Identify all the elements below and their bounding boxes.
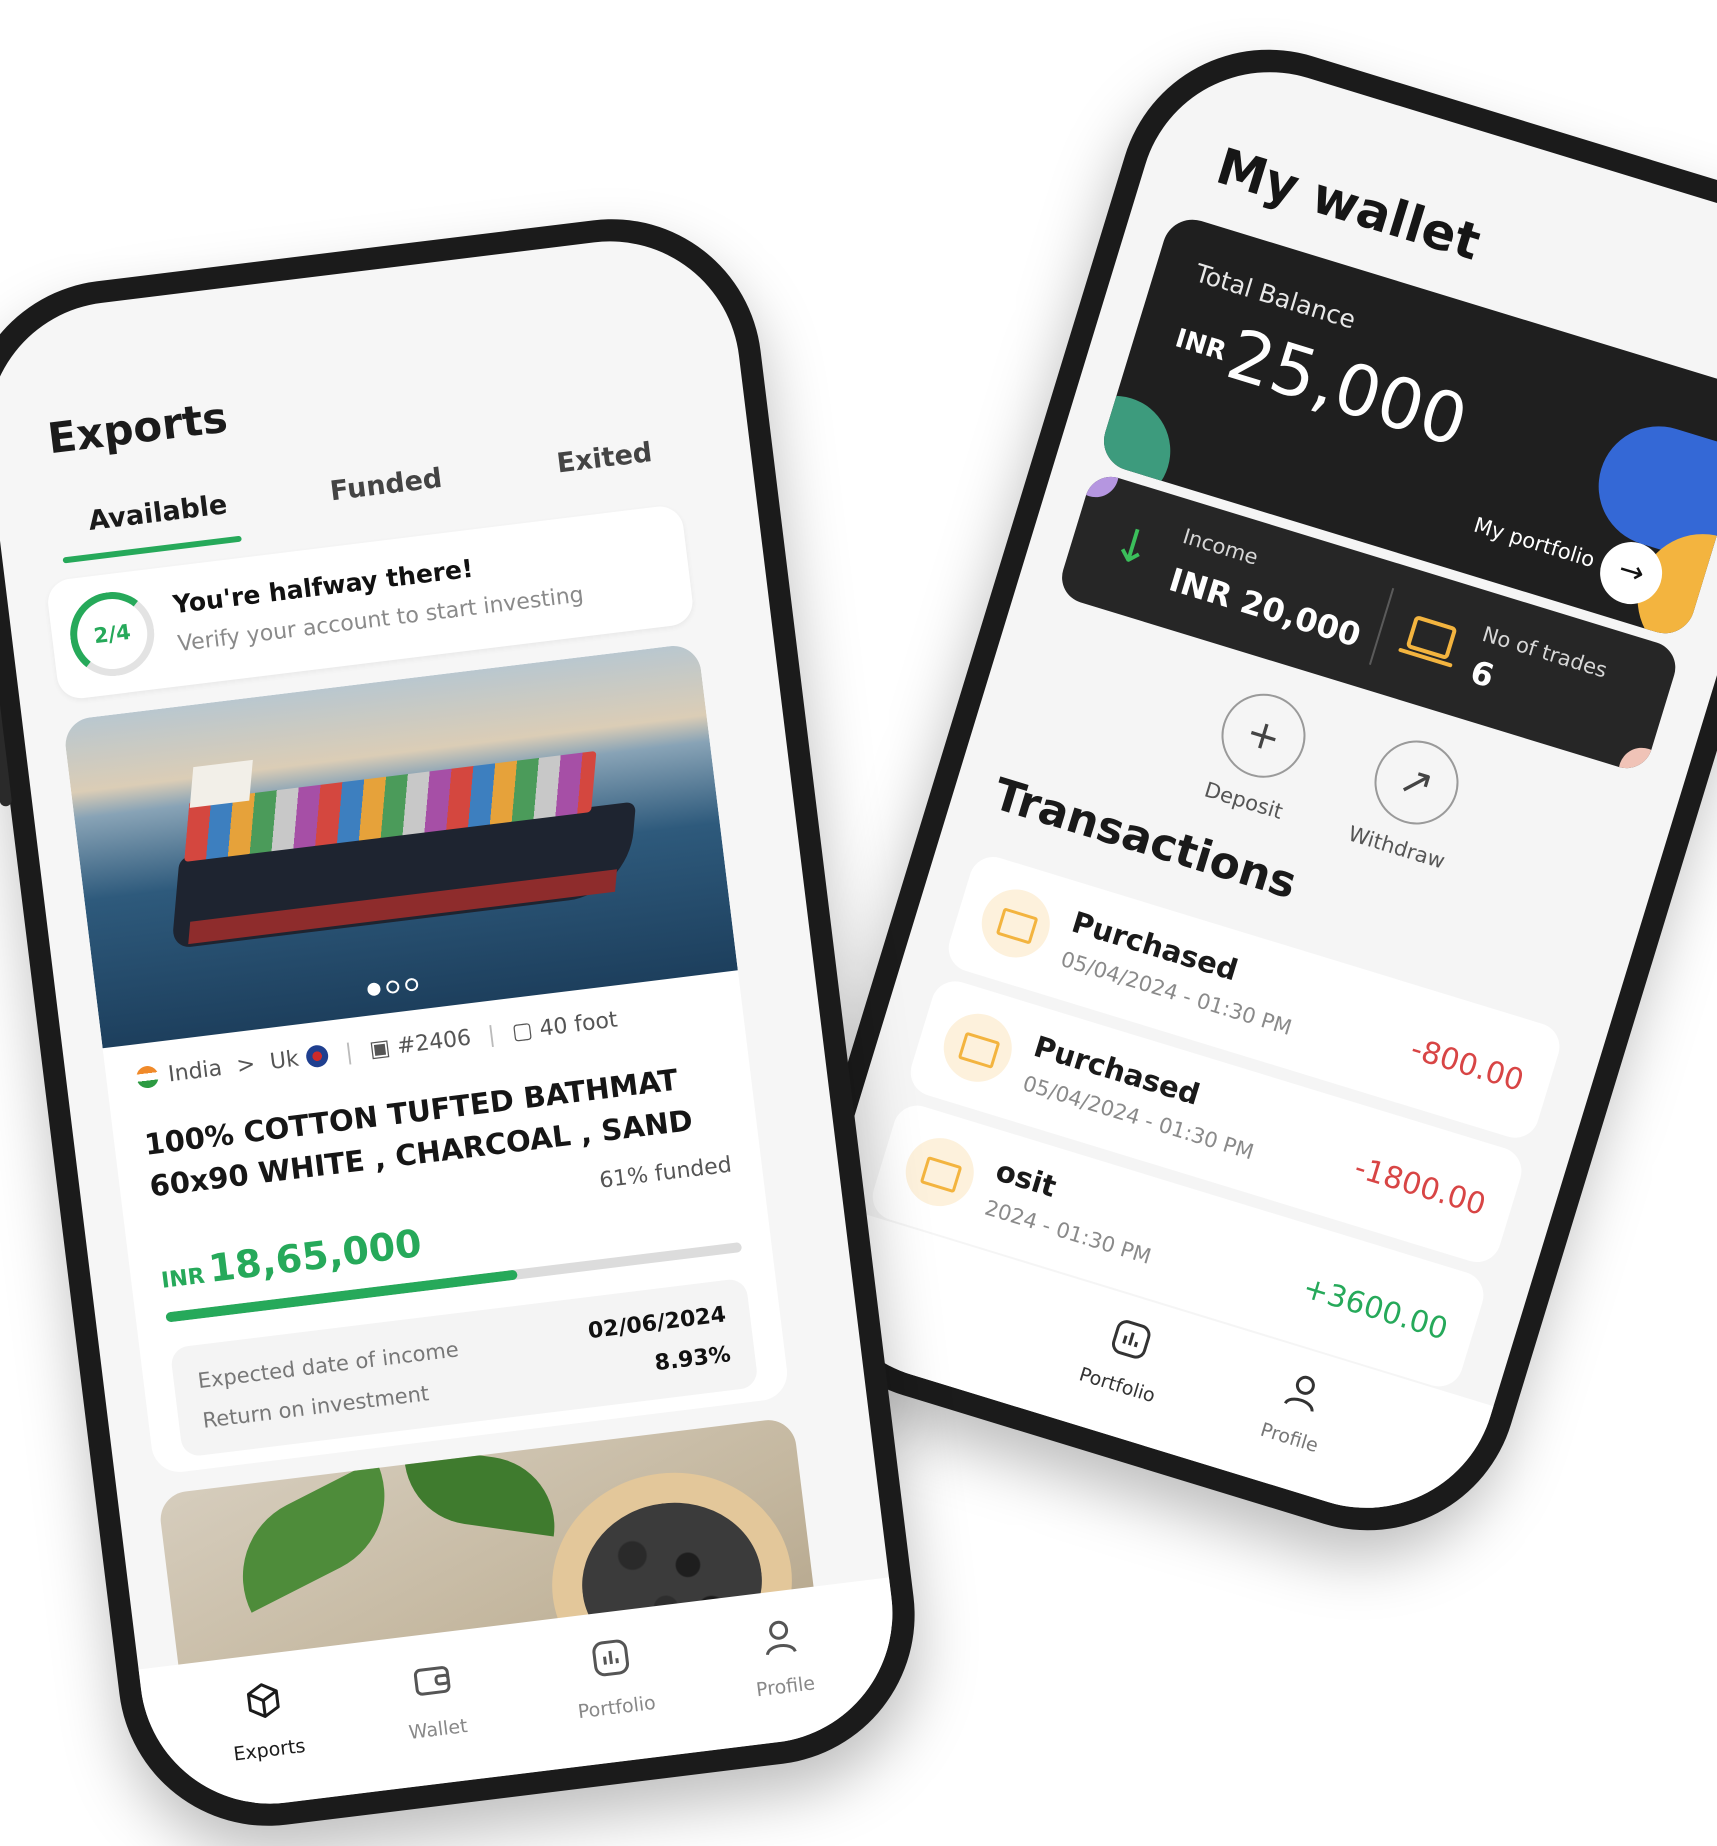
income-value: INR 20,000	[1164, 560, 1366, 655]
my-portfolio-link[interactable]: My portfolio	[1471, 513, 1598, 573]
laptop-icon	[935, 1005, 1021, 1091]
page-title: Exports	[44, 392, 231, 464]
leaf	[395, 1444, 564, 1537]
price-value: 18,65,000	[206, 1221, 425, 1291]
carousel-dot[interactable]	[385, 979, 401, 995]
expected-date-value: 02/06/2024	[586, 1302, 728, 1345]
withdraw-label: Withdraw	[1345, 821, 1448, 874]
plus-icon[interactable]: +	[1211, 683, 1316, 789]
balance-currency: INR	[1171, 323, 1230, 368]
laptop-icon	[897, 1129, 983, 1215]
trades-label: No of trades	[1479, 621, 1610, 683]
arrow-up-right-icon[interactable]: ↗	[1364, 730, 1469, 835]
uk-flag-icon	[305, 1043, 330, 1069]
nav-item-wallet[interactable]: Wallet	[350, 1650, 519, 1750]
trades-value: 6	[1466, 652, 1499, 696]
arrow-down-icon: ↓	[1106, 514, 1159, 578]
container-icon: ▢	[510, 1017, 535, 1046]
exports-phone: Exports Available Funded Exited 2/4 You'…	[0, 202, 932, 1843]
origin: India	[166, 1056, 224, 1088]
divider	[1368, 587, 1395, 665]
transaction-name: osit	[991, 1153, 1061, 1204]
wallet-phone: My wallet Total Balance INR 25,000 My po…	[759, 12, 1717, 1568]
cube-icon	[181, 1671, 346, 1739]
chart-icon	[529, 1628, 694, 1696]
roi-label: Return on investment	[201, 1381, 431, 1433]
withdraw-button[interactable]: ↗ Withdraw	[1326, 722, 1496, 880]
separator: |	[343, 1039, 355, 1066]
route-arrow: >	[235, 1051, 257, 1079]
nav-item-portfolio[interactable]: Portfolio	[529, 1628, 698, 1728]
ship-image	[62, 642, 738, 1049]
transaction-amount: -800.00	[1406, 1031, 1528, 1099]
deposit-button[interactable]: + Deposit	[1173, 675, 1343, 833]
exports-screen: Exports Available Funded Exited 2/4 You'…	[0, 226, 908, 1819]
carousel-dots[interactable]	[366, 975, 425, 1001]
wallet-icon	[350, 1650, 515, 1718]
destination: Uk	[268, 1046, 301, 1075]
container-size: 40 foot	[538, 1007, 619, 1042]
nav-item-exports[interactable]: Exports	[181, 1671, 350, 1771]
progress-ring: 2/4	[65, 587, 160, 681]
volume-button	[0, 696, 13, 807]
transaction-amount: +3600.00	[1298, 1270, 1452, 1348]
india-flag-icon	[135, 1064, 160, 1090]
deposit-label: Deposit	[1201, 777, 1286, 824]
tab-exited[interactable]: Exited	[503, 431, 705, 486]
roi-value: 8.93%	[653, 1342, 733, 1377]
user-icon	[698, 1608, 863, 1676]
product-card[interactable]: India > Uk | ▣ #2406 | ▢ 40 foot 100% CO…	[62, 642, 791, 1476]
income-label: Income	[1180, 524, 1261, 570]
separator: |	[486, 1022, 497, 1049]
shipment-id: #2406	[395, 1025, 473, 1060]
decor-dot	[1066, 470, 1125, 503]
carousel-dot[interactable]	[366, 982, 382, 997]
active-tab-indicator	[62, 535, 242, 564]
nav-item-profile[interactable]: Profile	[698, 1608, 867, 1708]
balance-amount: 25,000	[1218, 312, 1477, 464]
nav-item-profile[interactable]: Profile	[1210, 1350, 1386, 1472]
funded-percent: 61% funded	[598, 1152, 734, 1194]
wallet-screen: My wallet Total Balance INR 25,000 My po…	[786, 39, 1717, 1541]
nav-item-portfolio[interactable]: Portfolio	[1037, 1297, 1213, 1419]
nav-label: Portfolio	[576, 1691, 657, 1724]
nav-label: Wallet	[407, 1714, 469, 1745]
tab-available[interactable]: Available	[57, 486, 259, 541]
carousel-dot[interactable]	[404, 977, 419, 992]
decor-dot	[1613, 742, 1671, 775]
nav-label: Profile	[754, 1672, 817, 1702]
leaf	[215, 1459, 413, 1613]
tab-funded[interactable]: Funded	[285, 457, 487, 512]
laptop-icon	[973, 881, 1059, 966]
laptop-icon	[1405, 614, 1458, 661]
ship-bridge	[189, 759, 253, 808]
id-icon: ▣	[368, 1035, 392, 1063]
price-currency: INR	[159, 1263, 207, 1294]
nav-label: Exports	[232, 1734, 307, 1766]
transaction-amount: -1800.00	[1350, 1150, 1490, 1224]
